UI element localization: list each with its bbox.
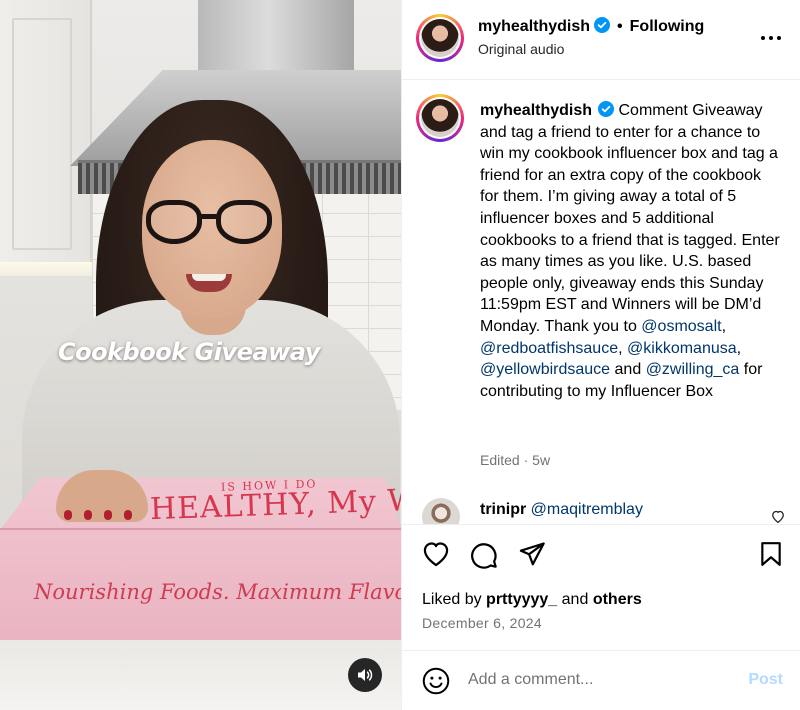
- kitchen-cabinet: [0, 0, 92, 272]
- add-comment-bar: Post: [402, 650, 800, 710]
- caption-comma: ,: [721, 317, 727, 335]
- post-actions: Liked by prttyyyy_ and others December 6…: [402, 524, 800, 650]
- more-horizontal-icon[interactable]: [759, 28, 783, 48]
- person-glasses: [146, 200, 272, 244]
- box-tagline: Nourishing Foods. Maximum Flavor.: [34, 580, 401, 604]
- under-cabinet-light: [0, 262, 92, 276]
- author-avatar-image: [421, 19, 459, 57]
- like-heart-icon[interactable]: [422, 541, 450, 567]
- liked-by-prefix: Liked by: [422, 591, 482, 608]
- caption-author-avatar-image: [421, 99, 459, 137]
- comment-mention[interactable]: @maqitremblay: [531, 501, 643, 518]
- author-avatar[interactable]: [416, 14, 464, 62]
- kitchen-counter: [0, 630, 401, 710]
- liked-by-others[interactable]: others: [593, 591, 642, 608]
- post-caption: myhealthydish Comment Giveaway and tag a…: [480, 100, 780, 402]
- caption-text-1: Giveaway and tag a friend to enter for a…: [480, 102, 780, 335]
- mention-osmosalt[interactable]: @osmosalt: [641, 318, 721, 335]
- video-overlay-text: Cookbook Giveaway: [58, 338, 320, 366]
- original-audio-link[interactable]: Original audio: [478, 41, 564, 57]
- caption-and: and: [614, 361, 642, 379]
- reel-video[interactable]: IS HOW I DO HEALTHY, My WAY Nourishing F…: [0, 0, 401, 710]
- caption-meta: Edited · 5w: [480, 452, 550, 468]
- fingernail: [64, 510, 72, 520]
- range-hood-chimney: [198, 0, 354, 72]
- liked-by-and: and: [561, 591, 589, 608]
- caption-comma: ,: [736, 339, 742, 357]
- header-separator: •: [617, 18, 623, 35]
- edited-label: Edited: [480, 452, 520, 468]
- header-user-line: myhealthydish • Following: [478, 17, 704, 36]
- emoji-icon[interactable]: [422, 667, 450, 695]
- glasses-left-lens: [146, 200, 202, 244]
- audio-toggle-button[interactable]: [348, 658, 382, 692]
- verified-badge-icon: [598, 101, 615, 117]
- comment-like-heart-icon[interactable]: [771, 510, 785, 523]
- comment-input[interactable]: [468, 667, 728, 693]
- fingernail: [124, 510, 132, 520]
- caption-username[interactable]: myhealthydish: [480, 102, 592, 119]
- save-bookmark-icon[interactable]: [759, 541, 783, 567]
- verified-badge-icon: [594, 17, 611, 33]
- box-title: IS HOW I DO HEALTHY, My WAY: [149, 476, 401, 540]
- liked-by-user[interactable]: prttyyyy_: [486, 591, 557, 608]
- caption-author-avatar[interactable]: [416, 94, 464, 142]
- commenter-username[interactable]: trinipr: [480, 501, 526, 518]
- glasses-right-lens: [216, 200, 272, 244]
- mention-zwilling-ca[interactable]: @zwilling_ca: [646, 361, 740, 378]
- comment-bubble-icon[interactable]: [470, 541, 498, 569]
- post-panel: myhealthydish • Following Original audio m…: [401, 0, 800, 710]
- author-username[interactable]: myhealthydish: [478, 18, 590, 35]
- post-date[interactable]: December 6, 2024: [422, 615, 542, 631]
- comment-row: trinipr @maqitremblay: [402, 498, 800, 524]
- mention-yellowbirdsauce[interactable]: @yellowbirdsauce: [480, 361, 610, 378]
- post-comment-button[interactable]: Post: [748, 671, 783, 689]
- speaker-icon: [358, 669, 373, 681]
- comments-section[interactable]: myhealthydish Comment Giveaway and tag a…: [402, 80, 800, 524]
- liked-by-line: Liked by prttyyyy_ and others: [422, 591, 642, 609]
- mention-redboatfishsauce[interactable]: @redboatfishsauce: [480, 340, 618, 357]
- caption-comma: ,: [618, 339, 623, 357]
- caption-label: Comment: [618, 102, 688, 119]
- following-button[interactable]: Following: [630, 18, 705, 35]
- fingernail: [104, 510, 112, 520]
- cabinet-door: [12, 18, 72, 250]
- commenter-avatar[interactable]: [422, 498, 460, 524]
- post-header: myhealthydish • Following Original audio: [402, 0, 800, 80]
- comment-text: trinipr @maqitremblay: [480, 501, 643, 519]
- meta-separator: ·: [523, 452, 529, 468]
- fingernail: [84, 510, 92, 520]
- caption-age[interactable]: 5w: [532, 452, 550, 468]
- share-paper-plane-icon[interactable]: [518, 541, 546, 567]
- mention-kikkomanusa[interactable]: @kikkomanusa: [627, 340, 737, 357]
